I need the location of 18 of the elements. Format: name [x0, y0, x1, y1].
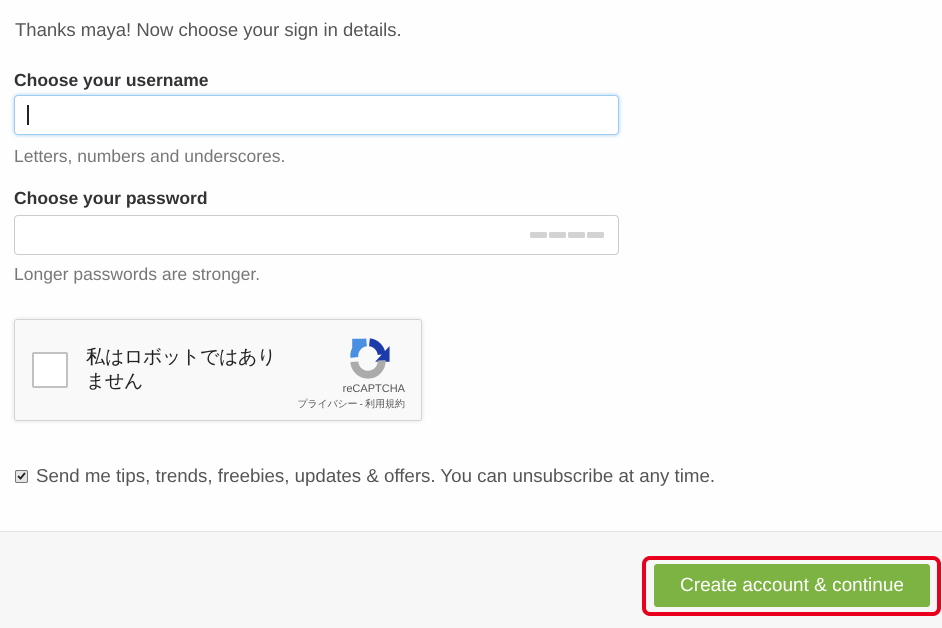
field-hint: Letters, numbers and underscores.	[14, 145, 286, 168]
terms-link[interactable]: 利用規約	[365, 398, 405, 411]
check-icon	[17, 472, 26, 480]
captcha-brand: reCAPTCHA	[342, 383, 405, 396]
link-separator: -	[358, 398, 364, 411]
newsletter-label: Send me tips, trends, freebies, updates & offers. You can unsubscribe at any time.	[36, 464, 716, 488]
field-hint: Longer passwords are stronger.	[14, 263, 260, 286]
username-field[interactable]	[14, 95, 619, 135]
field-label: Choose your password	[14, 187, 208, 210]
privacy-link[interactable]: プライバシー	[298, 398, 358, 411]
captcha-checkbox[interactable]	[32, 352, 68, 388]
password-manager-dashes-icon	[530, 232, 604, 238]
field-label: Choose your username	[14, 69, 208, 92]
captcha-label: 私はロボットではありません	[86, 346, 277, 394]
intro-text: Thanks maya! Now choose your sign in details.	[14, 18, 402, 42]
password-field[interactable]	[14, 215, 619, 255]
text-caret	[27, 105, 28, 125]
newsletter-checkbox[interactable]	[15, 470, 28, 482]
